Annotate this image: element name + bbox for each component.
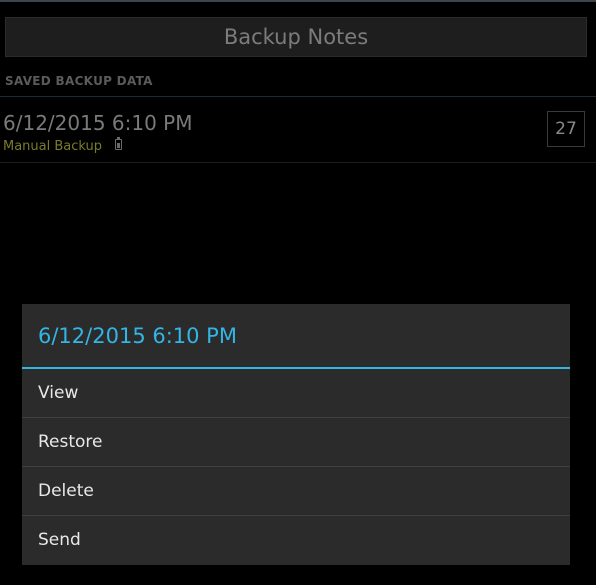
context-menu-dialog: 6/12/2015 6:10 PM View Restore Delete Se… bbox=[22, 304, 570, 565]
backup-type-label: Manual Backup bbox=[3, 139, 103, 154]
menu-item-send[interactable]: Send bbox=[22, 516, 570, 564]
battery-icon bbox=[115, 137, 122, 150]
backup-list-item[interactable]: 6/12/2015 6:10 PM Manual Backup 27 bbox=[0, 97, 596, 162]
dialog-title: 6/12/2015 6:10 PM bbox=[38, 324, 237, 348]
note-count-badge: 27 bbox=[547, 111, 585, 147]
menu-item-view[interactable]: View bbox=[22, 369, 570, 418]
row-divider bbox=[0, 162, 596, 163]
top-border bbox=[0, 0, 596, 2]
menu-item-restore[interactable]: Restore bbox=[22, 418, 570, 467]
context-menu-list: View Restore Delete Send bbox=[22, 369, 570, 564]
backup-date: 6/12/2015 6:10 PM bbox=[3, 111, 193, 135]
backup-notes-button[interactable]: Backup Notes bbox=[5, 17, 587, 57]
menu-item-delete[interactable]: Delete bbox=[22, 467, 570, 516]
section-header-saved-backup: SAVED BACKUP DATA bbox=[5, 74, 153, 88]
